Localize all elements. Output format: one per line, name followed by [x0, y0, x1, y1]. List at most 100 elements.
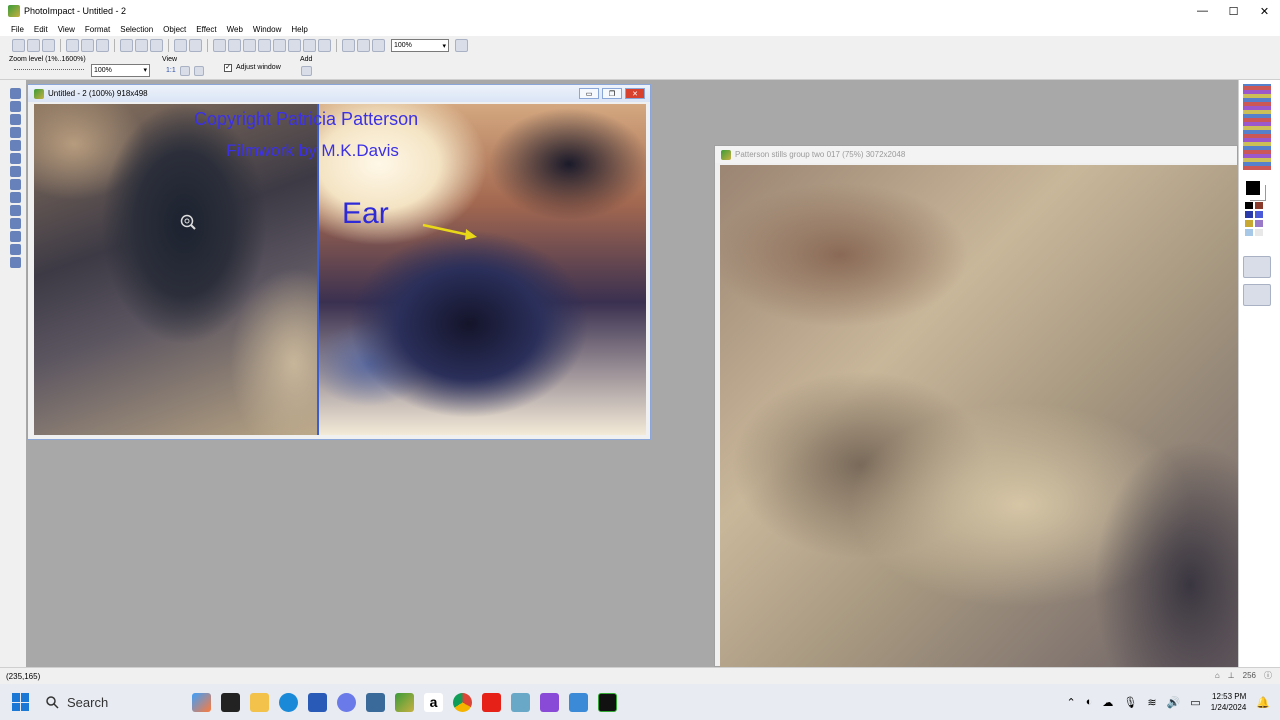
film-frame-image[interactable] — [720, 165, 1238, 668]
enhance-icon[interactable] — [288, 39, 301, 52]
text-tool-icon[interactable] — [10, 114, 21, 125]
menu-selection[interactable]: Selection — [115, 25, 158, 34]
app-icon[interactable] — [337, 692, 356, 712]
eyedropper-tool-icon[interactable] — [10, 179, 21, 190]
cut-icon[interactable] — [120, 39, 133, 52]
copy-icon[interactable] — [135, 39, 148, 52]
save-icon[interactable] — [42, 39, 55, 52]
store-icon[interactable] — [308, 692, 327, 712]
align-icon[interactable] — [243, 39, 256, 52]
arrange-icon[interactable] — [258, 39, 271, 52]
print-icon[interactable] — [66, 39, 79, 52]
zoom-tool-icon[interactable] — [10, 192, 21, 203]
browse-icon[interactable] — [342, 39, 355, 52]
add-to-ease-palette-icon[interactable] — [301, 66, 312, 76]
eraser-tool-icon[interactable] — [10, 244, 21, 255]
app-icon[interactable] — [540, 692, 559, 712]
app-icon[interactable] — [511, 692, 530, 712]
menu-edit[interactable]: Edit — [29, 25, 53, 34]
zoom-out-icon[interactable] — [194, 66, 204, 76]
document-window-untitled[interactable]: Untitled - 2 (100%) 918x498 ▭ ❐ ✕ Copyri… — [27, 84, 651, 440]
web-preview-icon[interactable] — [357, 39, 370, 52]
selection-tool-icon[interactable] — [10, 101, 21, 112]
line-tool-icon[interactable] — [10, 127, 21, 138]
menu-help[interactable]: Help — [286, 25, 312, 34]
print-preview-icon[interactable] — [81, 39, 94, 52]
amazon-icon[interactable]: a — [424, 692, 443, 712]
chevron-up-icon[interactable]: ⌃ — [1067, 696, 1076, 709]
redo-icon[interactable] — [189, 39, 202, 52]
group-icon[interactable] — [228, 39, 241, 52]
crop-icon[interactable] — [303, 39, 316, 52]
taskbar-search[interactable]: Search — [40, 689, 180, 715]
document-minimize-button[interactable]: ▭ — [579, 88, 599, 99]
document-close-button[interactable]: ✕ — [625, 88, 645, 99]
resize-icon[interactable] — [372, 39, 385, 52]
start-button[interactable] — [12, 693, 30, 711]
menu-view[interactable]: View — [53, 25, 80, 34]
chrome-icon[interactable] — [453, 692, 472, 712]
layer-panel-icon[interactable] — [1243, 256, 1271, 278]
volume-icon[interactable]: 🔊 — [1167, 696, 1181, 709]
app-icon[interactable] — [366, 692, 385, 712]
retouch-tool-icon[interactable] — [10, 231, 21, 242]
merge-icon[interactable] — [213, 39, 226, 52]
terminal-icon[interactable] — [598, 692, 617, 712]
task-view-icon[interactable] — [221, 692, 240, 712]
close-button[interactable]: ✕ — [1249, 0, 1280, 22]
notification-icon[interactable]: 🔔 — [1256, 696, 1270, 709]
taskbar-clock[interactable]: 12:53 PM 1/24/2024 — [1211, 691, 1247, 713]
copilot-icon[interactable] — [192, 692, 211, 712]
color-chip[interactable] — [1255, 229, 1263, 236]
microphone-icon[interactable]: 🎙 — [1123, 696, 1137, 709]
color-chip[interactable] — [1245, 220, 1253, 227]
maximize-button[interactable]: ☐ — [1218, 0, 1249, 22]
undo-icon[interactable] — [174, 39, 187, 52]
zoom-slider[interactable] — [14, 66, 84, 70]
cloud-icon[interactable]: ☁ — [1102, 696, 1113, 709]
file-explorer-icon[interactable] — [250, 692, 269, 712]
minimize-button[interactable]: — — [1187, 0, 1218, 22]
color-chip[interactable] — [1245, 229, 1253, 236]
fit-window-icon[interactable] — [180, 66, 190, 76]
app-icon[interactable] — [569, 692, 588, 712]
menu-web[interactable]: Web — [222, 25, 248, 34]
fill-tool-icon[interactable] — [10, 257, 21, 268]
paste-icon[interactable] — [150, 39, 163, 52]
youtube-icon[interactable] — [482, 692, 501, 712]
zoom-level-input[interactable]: 100% ▾ — [91, 64, 150, 77]
menu-effect[interactable]: Effect — [191, 25, 221, 34]
battery-icon[interactable]: ▭ — [1190, 696, 1200, 709]
path-tool-icon[interactable] — [10, 166, 21, 177]
zoom-combo[interactable]: 100% ▾ — [391, 39, 449, 52]
color-chip[interactable] — [1255, 220, 1263, 227]
document-maximize-button[interactable]: ❐ — [602, 88, 622, 99]
menu-window[interactable]: Window — [248, 25, 286, 34]
frame-icon[interactable] — [318, 39, 331, 52]
edge-icon[interactable] — [279, 692, 298, 712]
hand-icon[interactable] — [455, 39, 468, 52]
menu-file[interactable]: File — [6, 25, 29, 34]
foreground-color-swatch[interactable] — [1245, 180, 1261, 196]
photoimpact-icon[interactable] — [395, 692, 414, 712]
clone-tool-icon[interactable] — [10, 218, 21, 229]
paint-tool-icon[interactable] — [10, 205, 21, 216]
menu-format[interactable]: Format — [80, 25, 115, 34]
adjust-window-checkbox[interactable]: ✓ — [224, 64, 232, 72]
scan-icon[interactable] — [96, 39, 109, 52]
transform-tool-icon[interactable] — [10, 153, 21, 164]
object-panel-icon[interactable] — [1243, 284, 1271, 306]
color-chip[interactable] — [1255, 202, 1263, 209]
view-ratio-button[interactable]: 1:1 — [166, 67, 176, 74]
open-file-icon[interactable] — [27, 39, 40, 52]
color-chip[interactable] — [1245, 211, 1253, 218]
new-file-icon[interactable] — [12, 39, 25, 52]
crop-tool-icon[interactable] — [10, 140, 21, 151]
document-window-patterson-stills[interactable]: Patterson stills group two 017 (75%) 307… — [714, 145, 1238, 668]
network-icon[interactable]: ◐ — [1086, 696, 1093, 708]
palette-swatches[interactable] — [1243, 84, 1271, 170]
color-chip[interactable] — [1255, 211, 1263, 218]
pick-tool-icon[interactable] — [10, 88, 21, 99]
transform-icon[interactable] — [273, 39, 286, 52]
menu-object[interactable]: Object — [158, 25, 191, 34]
